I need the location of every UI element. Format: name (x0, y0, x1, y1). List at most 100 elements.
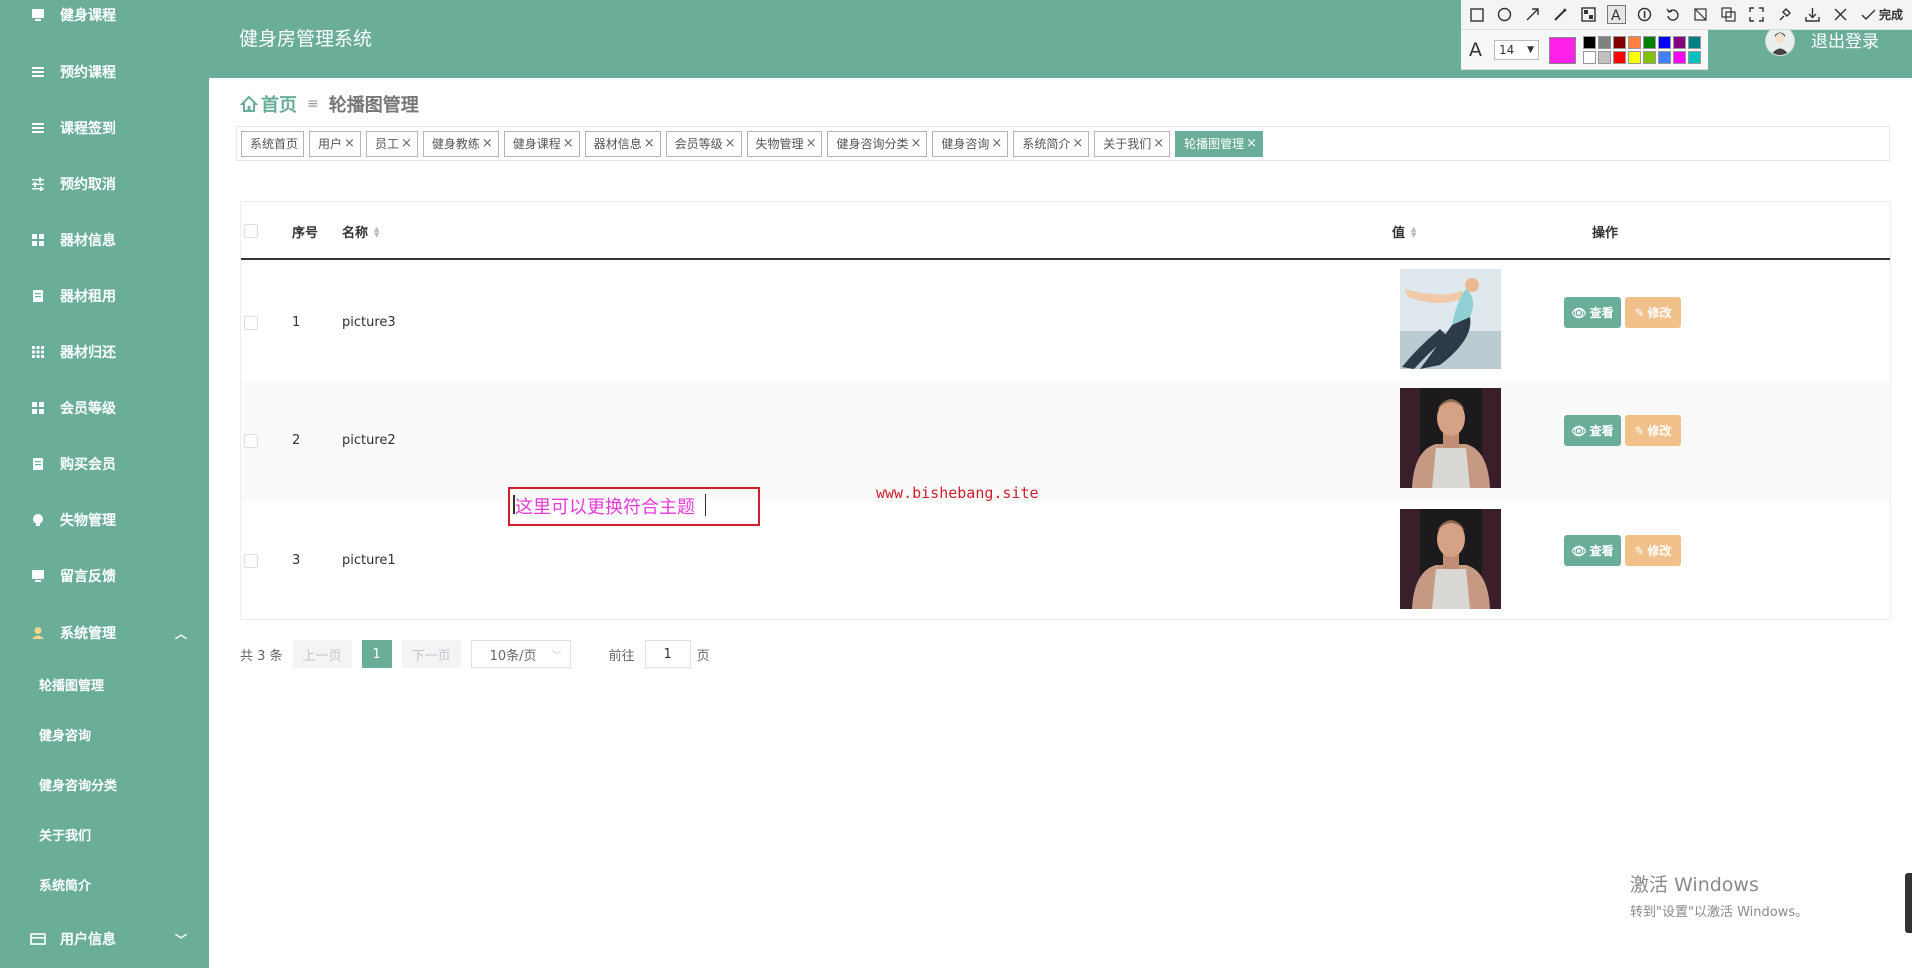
scrollbar-handle[interactable] (1905, 873, 1912, 933)
pencil-tool-icon[interactable] (1551, 5, 1570, 24)
rectangle-tool-icon[interactable] (1467, 5, 1486, 24)
tag-2[interactable]: 员工 × (365, 130, 418, 157)
color-swatch[interactable] (1613, 51, 1626, 64)
check-icon[interactable] (1859, 5, 1878, 24)
sidebar-subitem-consult-category[interactable]: 健身咨询分类 (0, 764, 209, 804)
color-swatch[interactable] (1583, 36, 1596, 49)
color-swatch[interactable] (1598, 36, 1611, 49)
fullscreen-icon[interactable] (1747, 5, 1766, 24)
annotation-text[interactable]: 这里可以更换符合主题 (515, 493, 695, 519)
goto-page-input[interactable]: 1 (644, 640, 691, 668)
select-all-checkbox[interactable] (244, 224, 258, 238)
page-size-select[interactable]: 10条/页 ﹀ (470, 640, 571, 668)
header-name[interactable]: 名称 ▲ ▼ (342, 222, 379, 241)
color-swatch[interactable] (1628, 51, 1641, 64)
font-size-select[interactable]: 14 ▼ (1494, 40, 1539, 60)
download-icon[interactable] (1803, 5, 1822, 24)
tag-8[interactable]: 健身咨询分类 × (827, 130, 928, 157)
tag-3[interactable]: 健身教练 × (422, 130, 499, 157)
undo-icon[interactable] (1663, 5, 1682, 24)
sidebar-item-fitness-course[interactable]: 健身课程 (0, 0, 209, 35)
prev-page-button[interactable]: 上一页 (292, 640, 352, 668)
tag-close-icon[interactable]: × (991, 136, 1002, 151)
pin-icon[interactable] (1775, 5, 1794, 24)
view-button[interactable]: 👁 查看 (1564, 535, 1621, 566)
sidebar-item-book-course[interactable]: 预约课程 (0, 52, 209, 92)
color-swatch[interactable] (1613, 36, 1626, 49)
tag-9[interactable]: 健身咨询 × (932, 130, 1009, 157)
sort-icon[interactable]: ▲ ▼ (1411, 225, 1416, 238)
sidebar-item-user-info[interactable]: 用户信息 ﹀ (0, 919, 209, 959)
close-icon[interactable] (1831, 5, 1850, 24)
tag-close-icon[interactable]: × (563, 136, 574, 151)
tag-5[interactable]: 器材信息 × (584, 130, 661, 157)
header-value[interactable]: 值 ▲ ▼ (1392, 222, 1416, 241)
logout-button[interactable]: 退出登录 (1811, 27, 1879, 52)
number-tool-icon[interactable] (1635, 5, 1654, 24)
ellipse-tool-icon[interactable] (1495, 5, 1514, 24)
sidebar-subitem-system-intro[interactable]: 系统简介 (0, 864, 209, 904)
tag-10[interactable]: 系统简介 × (1013, 130, 1090, 157)
tag-close-icon[interactable]: × (482, 136, 493, 151)
sidebar-item-equipment-info[interactable]: 器材信息 (0, 220, 209, 260)
carousel-image[interactable] (1400, 509, 1501, 609)
view-button[interactable]: 👁 查看 (1564, 297, 1621, 328)
carousel-image[interactable] (1400, 388, 1501, 488)
text-tool-icon[interactable]: A (1607, 5, 1626, 24)
page-number-1[interactable]: 1 (361, 640, 392, 668)
sidebar-subitem-fitness-consult[interactable]: 健身咨询 (0, 714, 209, 754)
sidebar-item-cancel-booking[interactable]: 预约取消 (0, 164, 209, 204)
color-swatch[interactable] (1688, 36, 1701, 49)
tag-6[interactable]: 会员等级 × (665, 130, 742, 157)
sidebar-item-buy-membership[interactable]: 购买会员 (0, 444, 209, 484)
tag-11[interactable]: 关于我们 × (1094, 130, 1171, 157)
sidebar-item-checkin[interactable]: 课程签到 (0, 108, 209, 148)
color-swatch[interactable] (1658, 51, 1671, 64)
color-swatch[interactable] (1583, 51, 1596, 64)
copy-icon[interactable] (1719, 5, 1738, 24)
tag-0[interactable]: 系统首页 (241, 130, 305, 157)
edit-button[interactable]: ✎ 修改 (1625, 297, 1681, 328)
mosaic-tool-icon[interactable] (1579, 5, 1598, 24)
tag-close-icon[interactable]: × (1153, 136, 1164, 151)
tag-close-icon[interactable]: × (725, 136, 736, 151)
carousel-image[interactable] (1400, 269, 1501, 369)
tag-12[interactable]: 轮播图管理 × (1175, 130, 1264, 157)
sort-icon[interactable]: ▲ ▼ (374, 225, 379, 238)
tag-close-icon[interactable]: × (1072, 136, 1083, 151)
sidebar-item-member-level[interactable]: 会员等级 (0, 388, 209, 428)
color-swatch[interactable] (1673, 51, 1686, 64)
row-checkbox[interactable] (244, 434, 258, 448)
tag-1[interactable]: 用户 × (309, 130, 361, 157)
breadcrumb-home[interactable]: 首页 (261, 91, 297, 117)
crop-icon[interactable] (1691, 5, 1710, 24)
view-button[interactable]: 👁 查看 (1564, 415, 1621, 446)
color-swatch[interactable] (1628, 36, 1641, 49)
tag-close-icon[interactable]: × (910, 136, 921, 151)
tag-close-icon[interactable]: × (1246, 136, 1257, 151)
arrow-tool-icon[interactable] (1523, 5, 1542, 24)
next-page-button[interactable]: 下一页 (401, 640, 461, 668)
row-checkbox[interactable] (244, 316, 258, 330)
done-button[interactable]: 完成 (1879, 6, 1903, 23)
tag-close-icon[interactable]: × (644, 136, 655, 151)
sidebar-item-feedback[interactable]: 留言反馈 (0, 556, 209, 596)
sidebar-item-equipment-rent[interactable]: 器材租用 (0, 276, 209, 316)
tag-close-icon[interactable]: × (806, 136, 817, 151)
edit-button[interactable]: ✎ 修改 (1625, 535, 1681, 566)
color-swatch[interactable] (1673, 36, 1686, 49)
sidebar-subitem-carousel[interactable]: 轮播图管理 (0, 664, 209, 704)
tag-close-icon[interactable]: × (344, 136, 355, 151)
sidebar-item-system-management[interactable]: 系统管理 ︿ (0, 613, 209, 653)
sidebar-item-lost-found[interactable]: 失物管理 (0, 500, 209, 540)
color-swatch[interactable] (1643, 36, 1656, 49)
current-color-swatch[interactable] (1549, 37, 1576, 64)
color-swatch[interactable] (1598, 51, 1611, 64)
tag-close-icon[interactable]: × (401, 136, 412, 151)
sidebar-item-equipment-return[interactable]: 器材归还 (0, 332, 209, 372)
color-swatch[interactable] (1658, 36, 1671, 49)
tag-7[interactable]: 失物管理 × (746, 130, 823, 157)
tag-4[interactable]: 健身课程 × (503, 130, 580, 157)
row-checkbox[interactable] (244, 554, 258, 568)
edit-button[interactable]: ✎ 修改 (1625, 415, 1681, 446)
